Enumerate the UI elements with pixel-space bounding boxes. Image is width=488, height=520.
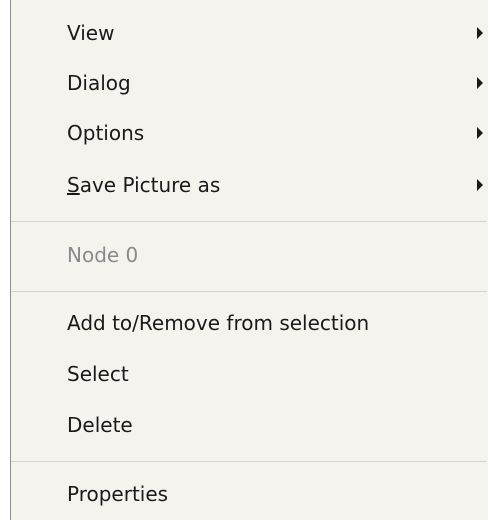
context-menu: View Dialog Options Save Picture as Node… bbox=[10, 0, 488, 520]
menu-item-label: View bbox=[67, 21, 115, 45]
menu-item-dialog[interactable]: Dialog bbox=[11, 59, 487, 107]
menu-separator bbox=[11, 291, 487, 292]
menu-item-add-remove-selection[interactable]: Add to/Remove from selection bbox=[11, 299, 487, 347]
menu-separator bbox=[11, 461, 487, 462]
menu-item-label-rest: ave Picture as bbox=[79, 173, 221, 197]
menu-item-delete[interactable]: Delete bbox=[11, 401, 487, 449]
menu-item-label: Delete bbox=[67, 413, 133, 437]
submenu-arrow-icon bbox=[477, 127, 483, 139]
menu-item-label: Node 0 bbox=[67, 243, 139, 267]
mnemonic-letter: S bbox=[67, 173, 80, 197]
menu-item-label: Add to/Remove from selection bbox=[67, 311, 370, 335]
submenu-arrow-icon bbox=[477, 27, 483, 39]
menu-item-select[interactable]: Select bbox=[11, 350, 487, 398]
menu-item-label: Save Picture as bbox=[67, 175, 220, 195]
menu-item-save-picture-as[interactable]: Save Picture as bbox=[11, 161, 487, 209]
menu-item-options[interactable]: Options bbox=[11, 109, 487, 157]
menu-item-label: Dialog bbox=[67, 71, 131, 95]
menu-item-properties[interactable]: Properties bbox=[11, 470, 487, 518]
menu-item-node: Node 0 bbox=[11, 231, 487, 279]
menu-separator bbox=[11, 221, 487, 222]
menu-item-label: Options bbox=[67, 121, 145, 145]
submenu-arrow-icon bbox=[477, 179, 483, 191]
submenu-arrow-icon bbox=[477, 77, 483, 89]
menu-item-view[interactable]: View bbox=[11, 9, 487, 57]
menu-item-label: Select bbox=[67, 362, 129, 386]
menu-item-label: Properties bbox=[67, 482, 169, 506]
